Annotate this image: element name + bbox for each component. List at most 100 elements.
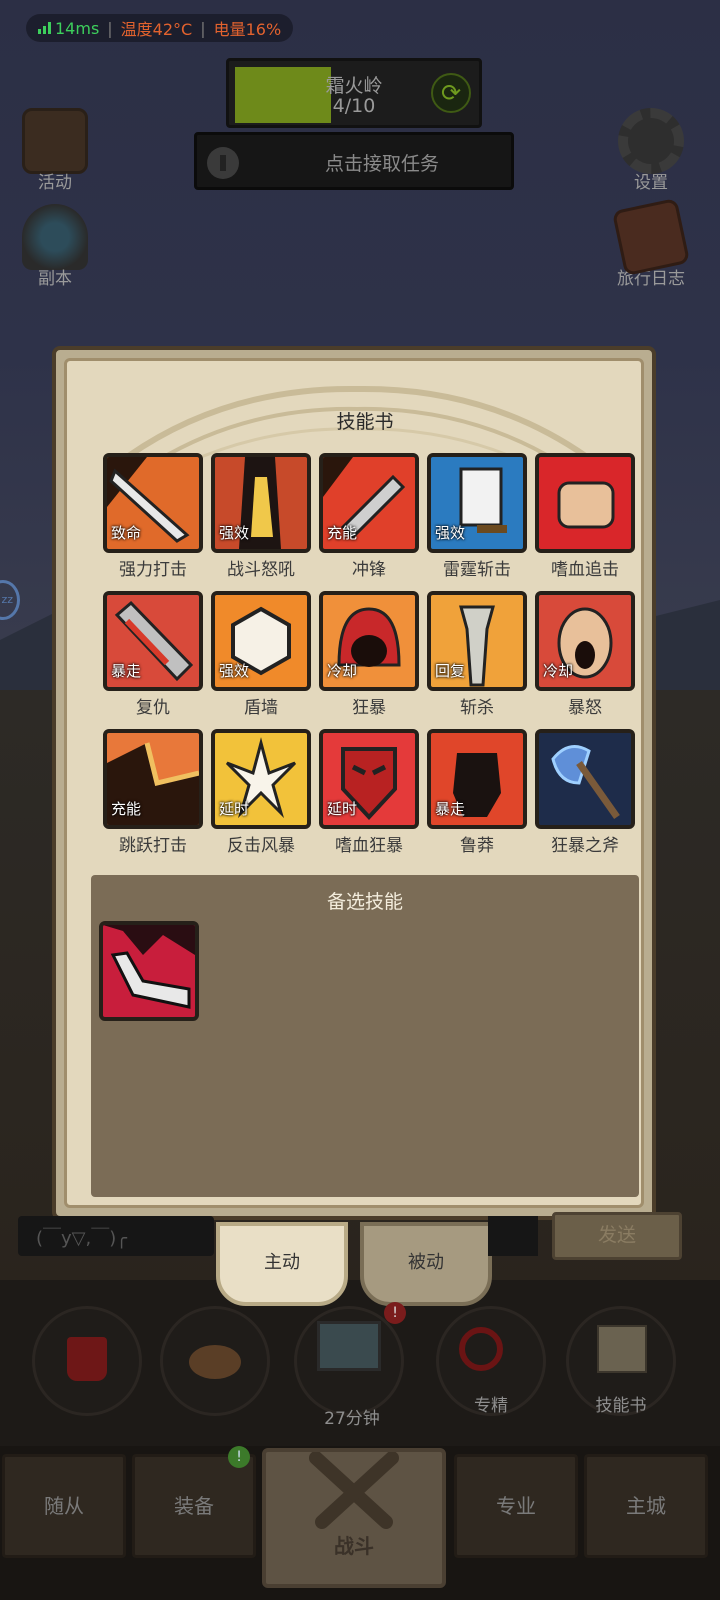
- skill-tag: 冷却: [543, 662, 574, 680]
- refresh-icon[interactable]: ⟳: [431, 73, 471, 113]
- rage-face-icon: 冷却: [535, 591, 635, 691]
- skill-slot[interactable]: 狂暴之斧: [535, 729, 635, 856]
- task-button[interactable]: 点击接取任务: [194, 132, 514, 190]
- skill-tag: 冷却: [327, 662, 358, 680]
- leap-strike-icon: 充能: [103, 729, 203, 829]
- skill-book-label: 技能书: [595, 1396, 647, 1416]
- book-icon: [611, 197, 691, 277]
- skill-slot[interactable]: 冷却暴怒: [535, 591, 635, 718]
- sword-slash-icon: 致命: [103, 453, 203, 553]
- skill-tag: 强效: [219, 524, 250, 542]
- skill-name: 反击风暴: [227, 836, 295, 856]
- rend-blade-icon: [99, 921, 199, 1021]
- skill-tag: 回复: [435, 662, 466, 680]
- chat-input[interactable]: (￣y▽,￣)╭: [18, 1216, 214, 1256]
- blood-rage-mask-icon: 延时: [319, 729, 419, 829]
- skill-name: 战斗怒吼: [227, 560, 295, 580]
- nav-followers[interactable]: 随从: [2, 1454, 126, 1558]
- tab-passive-label: 被动: [408, 1252, 444, 1273]
- send-button[interactable]: 发送: [552, 1212, 682, 1260]
- skill-name: 强力打击: [119, 560, 187, 580]
- skill-tag: 延时: [327, 800, 358, 818]
- tab-active-label: 主动: [264, 1252, 300, 1273]
- task-label: 点击接取任务: [324, 153, 439, 175]
- tab-active-skills[interactable]: 主动: [216, 1222, 348, 1306]
- potion-button[interactable]: [32, 1306, 142, 1416]
- skill-name: 狂暴之斧: [551, 836, 619, 856]
- bread-button[interactable]: [160, 1306, 270, 1416]
- skill-slot[interactable]: 强效 盾墙: [211, 591, 311, 718]
- crossed-swords-icon: [309, 1452, 399, 1529]
- counter-storm-icon: 延时: [211, 729, 311, 829]
- skill-book-panel: 技能书 致命 强力打击 强效 战斗怒吼 充能 冲锋 强效 雷霆斩击 嗜血追击 暴走 复仇 强效 盾墙 冷却…: [64, 358, 644, 1208]
- skill-slot[interactable]: 暴走复仇: [103, 591, 203, 718]
- skill-slot[interactable]: 冷却 狂暴: [319, 591, 419, 718]
- alternate-skill-slot[interactable]: 撕裂: [99, 921, 199, 1021]
- skill-tag: 充能: [327, 524, 358, 542]
- skill-slot[interactable]: 回复 斩杀: [427, 591, 527, 718]
- tab-passive-skills[interactable]: 被动: [360, 1222, 492, 1306]
- skill-tag: 致命: [111, 524, 142, 542]
- skill-slot[interactable]: 延时嗜血狂暴: [319, 729, 419, 856]
- nav-battle[interactable]: 战斗: [262, 1448, 446, 1588]
- skill-slot[interactable]: 致命强力打击: [103, 453, 203, 580]
- journal-button[interactable]: 旅行日志: [606, 197, 696, 289]
- specialization-button[interactable]: 专精: [436, 1306, 546, 1416]
- charge-icon: 充能: [319, 453, 419, 553]
- specialization-label: 专精: [474, 1396, 508, 1416]
- dungeon-button[interactable]: 副本: [10, 204, 100, 289]
- revenge-sword-icon: 暴走: [103, 591, 203, 691]
- bread-icon: [189, 1345, 241, 1379]
- gear-icon: [618, 108, 684, 174]
- skill-slot[interactable]: 强效雷霆斩击: [427, 453, 527, 580]
- ping-value: 14ms: [55, 18, 100, 38]
- skill-slot[interactable]: 强效战斗怒吼: [211, 453, 311, 580]
- alternate-skills-panel: 备选技能 撕裂: [91, 875, 639, 1197]
- nav-profession[interactable]: 专业: [454, 1454, 578, 1558]
- skill-slot[interactable]: 延时反击风暴: [211, 729, 311, 856]
- skill-name: 跳跃打击: [119, 836, 187, 856]
- execute-icon: 回复: [427, 591, 527, 691]
- chest-alert-badge: !: [384, 1302, 406, 1324]
- chest-button[interactable]: [294, 1306, 404, 1416]
- skill-tag: 强效: [435, 524, 466, 542]
- specialization-icon: [459, 1327, 503, 1371]
- skill-name: 暴怒: [568, 698, 602, 718]
- nav-equipment[interactable]: 装备: [132, 1454, 256, 1558]
- skill-book-icon: [597, 1325, 647, 1373]
- equipment-badge: !: [228, 1446, 250, 1468]
- shield-wall-icon: 强效: [211, 591, 311, 691]
- settings-button[interactable]: 设置: [606, 108, 696, 193]
- skill-slot[interactable]: 暴走 鲁莽: [427, 729, 527, 856]
- chat-emoji-area[interactable]: [488, 1216, 538, 1256]
- nav-main-city[interactable]: 主城: [584, 1454, 708, 1558]
- skill-tag: 暴走: [111, 662, 142, 680]
- alternate-skills-title: 备选技能: [326, 891, 403, 913]
- region-card[interactable]: 霜火岭 4/10 ⟳: [226, 58, 482, 128]
- potion-icon: [67, 1337, 107, 1381]
- separator: |: [200, 18, 206, 38]
- skill-slot[interactable]: 嗜血追击: [535, 453, 635, 580]
- portal-icon: [22, 204, 88, 270]
- skill-book-modal: 技能书 致命 强力打击 强效 战斗怒吼 充能 冲锋 强效 雷霆斩击 嗜血追击 暴走 复仇 强效 盾墙 冷却…: [52, 346, 656, 1220]
- nav-battle-label: 战斗: [334, 1534, 374, 1558]
- skill-name: 复仇: [136, 698, 170, 718]
- skill-tag: 充能: [111, 800, 142, 818]
- skill-name: 鲁莽: [460, 836, 494, 856]
- skill-tag: 延时: [219, 800, 250, 818]
- skill-name: 嗜血狂暴: [335, 836, 403, 856]
- modal-title: 技能书: [336, 411, 394, 433]
- dungeon-label: 副本: [38, 269, 72, 289]
- skill-name: 雷霆斩击: [443, 560, 511, 580]
- thunder-clap-icon: 强效: [427, 453, 527, 553]
- skill-book-button[interactable]: 技能书: [566, 1306, 676, 1416]
- skill-slot[interactable]: 充能跳跃打击: [103, 729, 203, 856]
- activity-label: 活动: [38, 173, 72, 193]
- skill-name: 冲锋: [352, 560, 386, 580]
- rage-axe-icon: [535, 729, 635, 829]
- skill-slot[interactable]: 充能冲锋: [319, 453, 419, 580]
- separator: |: [107, 18, 113, 38]
- reckless-fist-icon: 暴走: [427, 729, 527, 829]
- status-bar: 14ms | 温度42°C | 电量16%: [26, 14, 294, 42]
- activity-button[interactable]: 活动: [10, 108, 100, 193]
